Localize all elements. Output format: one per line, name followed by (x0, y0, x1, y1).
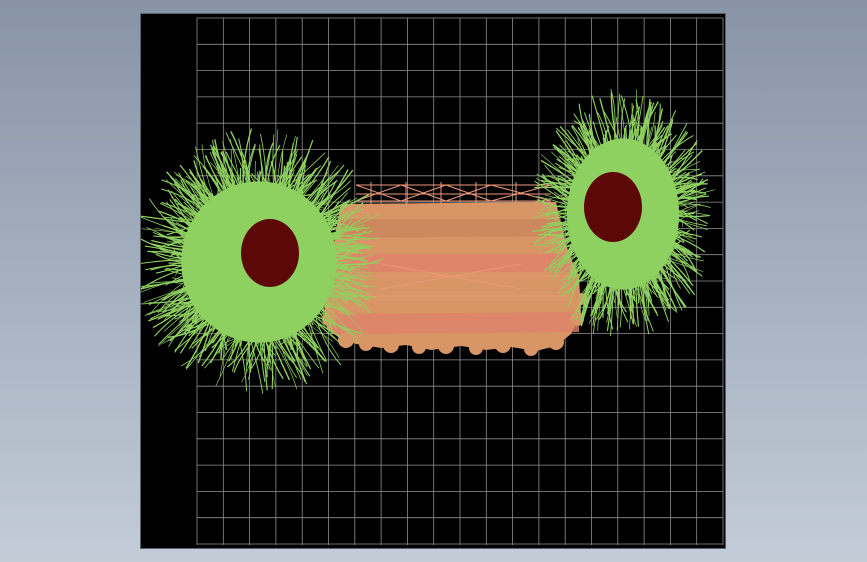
drawing-canvas[interactable] (141, 14, 727, 550)
bench-back-frame (355, 182, 552, 204)
cad-viewport[interactable] (140, 13, 726, 549)
left-plant-pot (241, 219, 299, 287)
right-plant-pot (584, 172, 642, 242)
